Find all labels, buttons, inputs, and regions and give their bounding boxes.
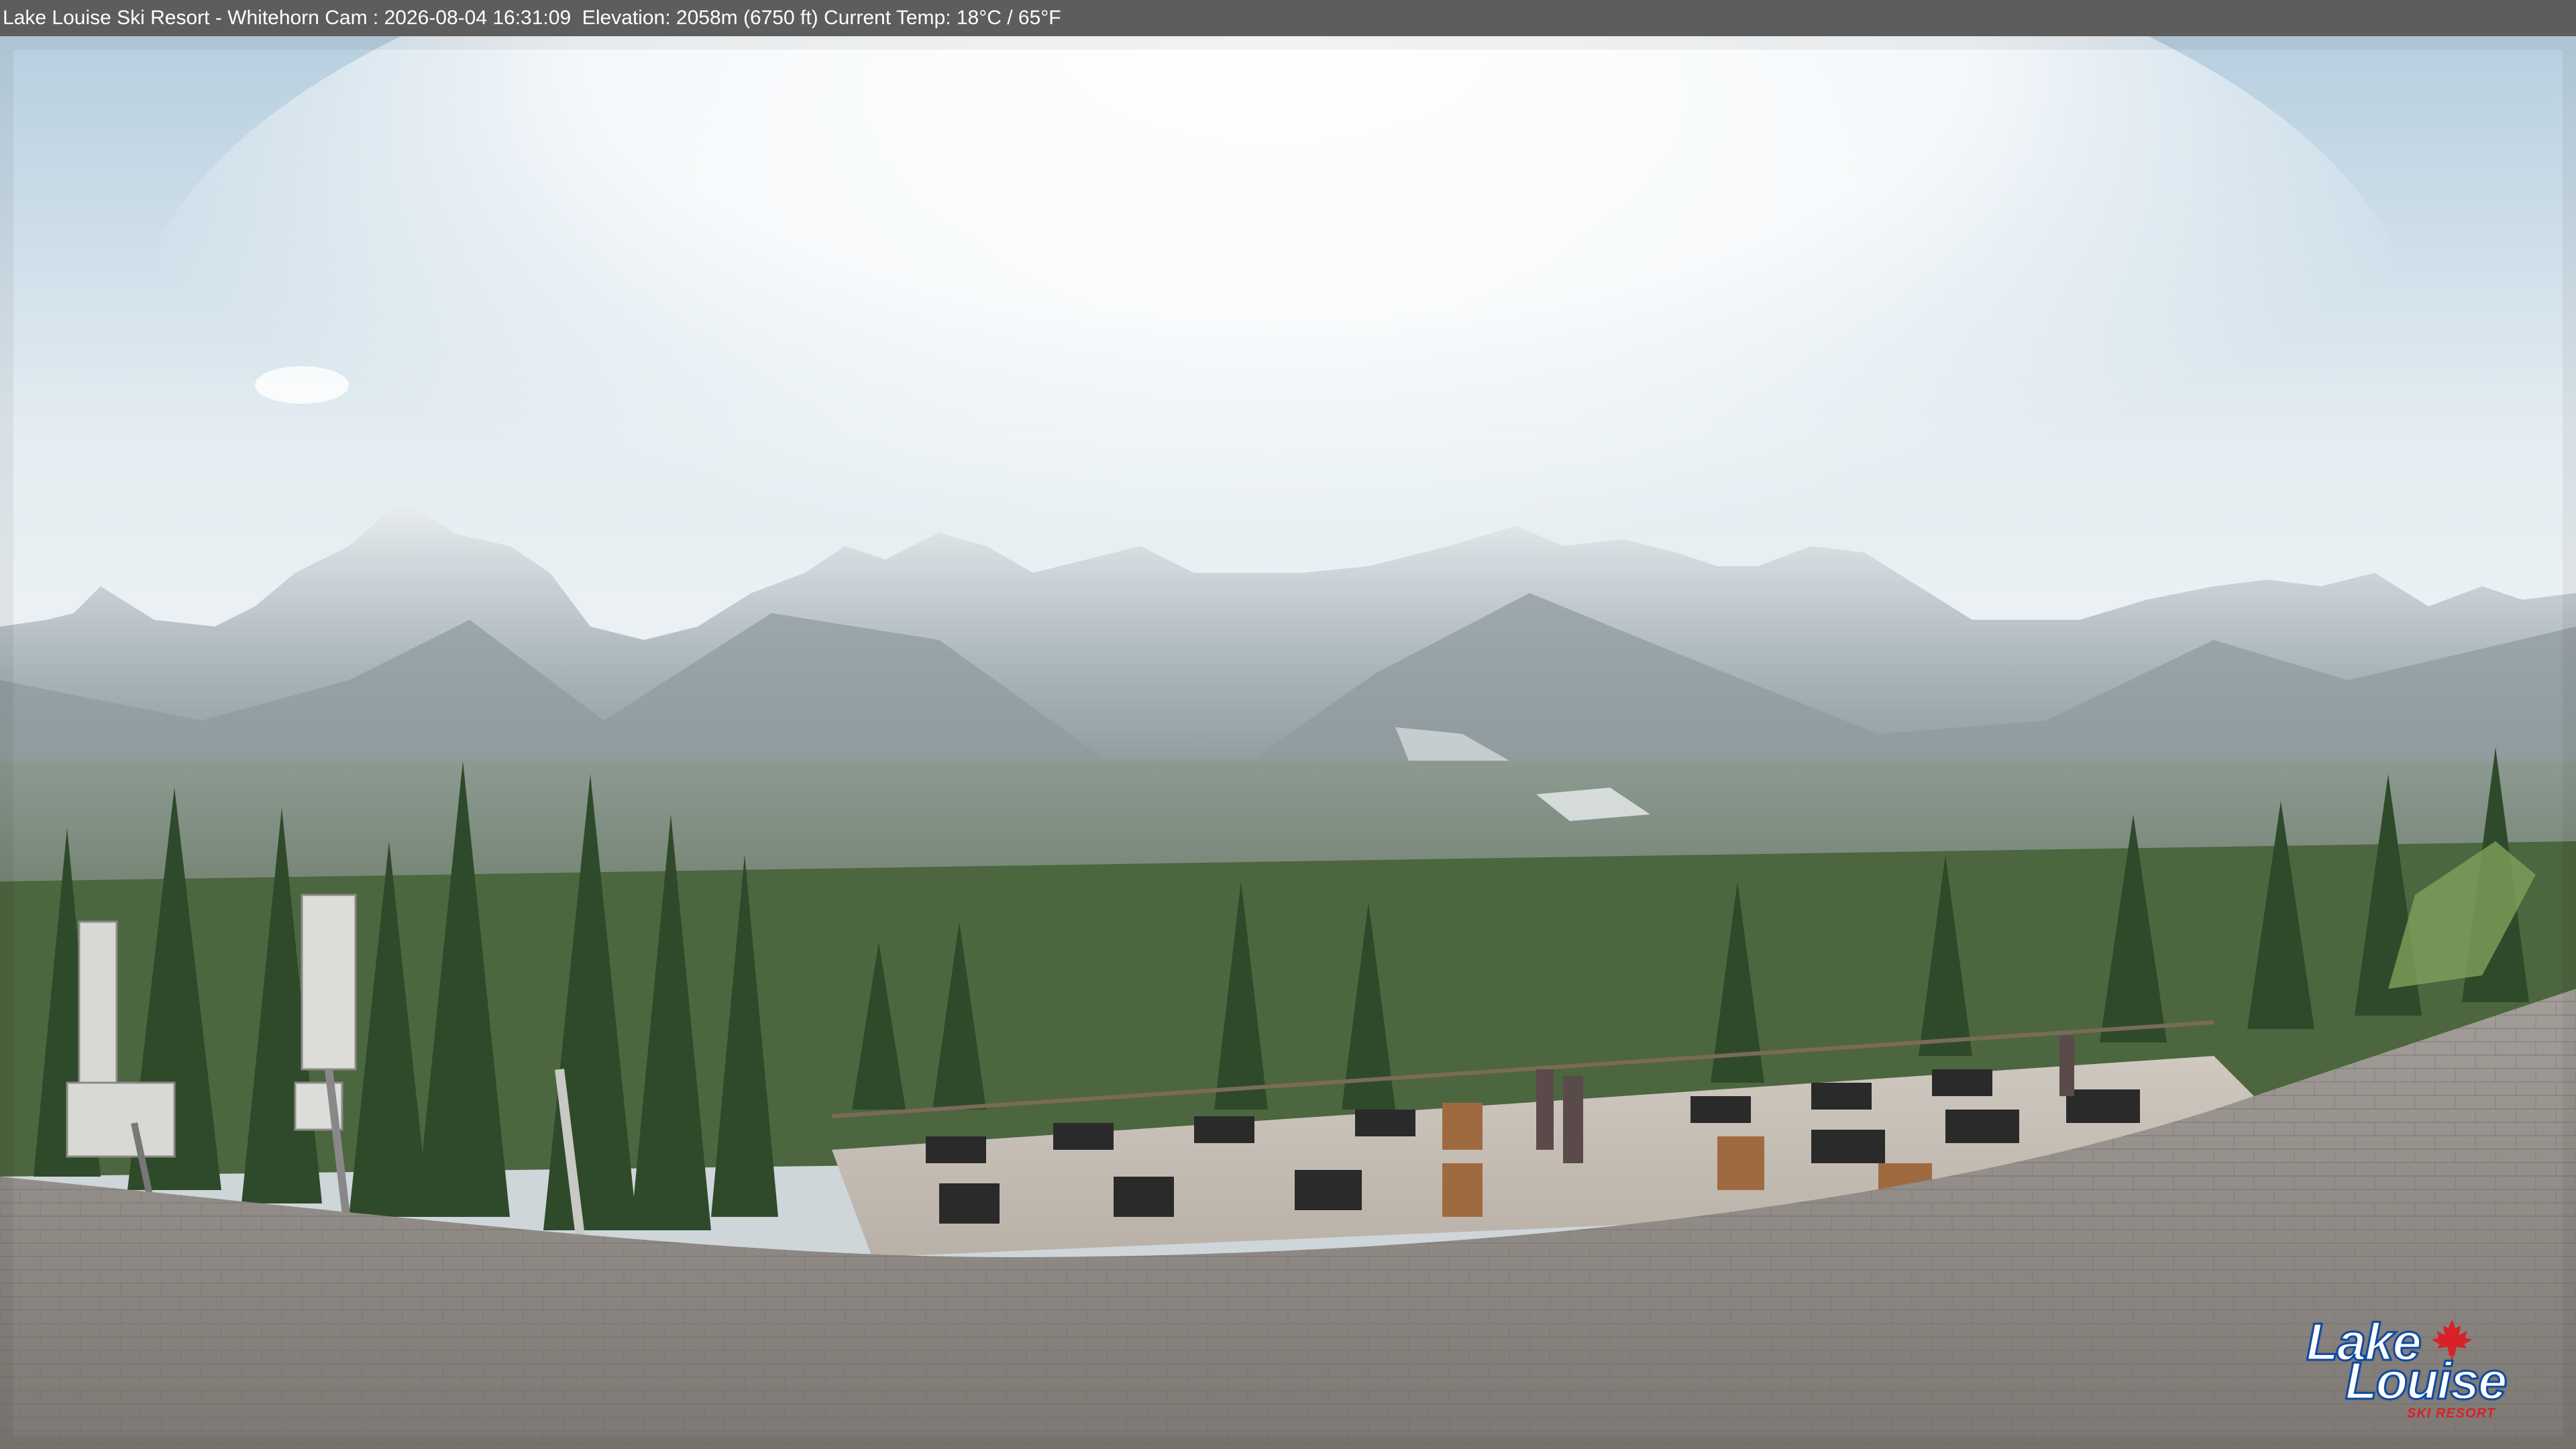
lake-louise-logo: Lake Louise SKI RESORT <box>2306 1314 2508 1422</box>
webcam-frame: Lake Louise Ski Resort - Whitehorn Cam :… <box>0 0 2576 1449</box>
camera-caption: Lake Louise Ski Resort - Whitehorn Cam :… <box>3 7 1061 29</box>
caption-bar: Lake Louise Ski Resort - Whitehorn Cam :… <box>0 0 2576 36</box>
webcam-scene <box>0 36 2576 1449</box>
logo-word-louise: Louise <box>2344 1351 2508 1410</box>
logo-subtitle: SKI RESORT <box>2407 1406 2496 1421</box>
cloud <box>255 366 349 404</box>
